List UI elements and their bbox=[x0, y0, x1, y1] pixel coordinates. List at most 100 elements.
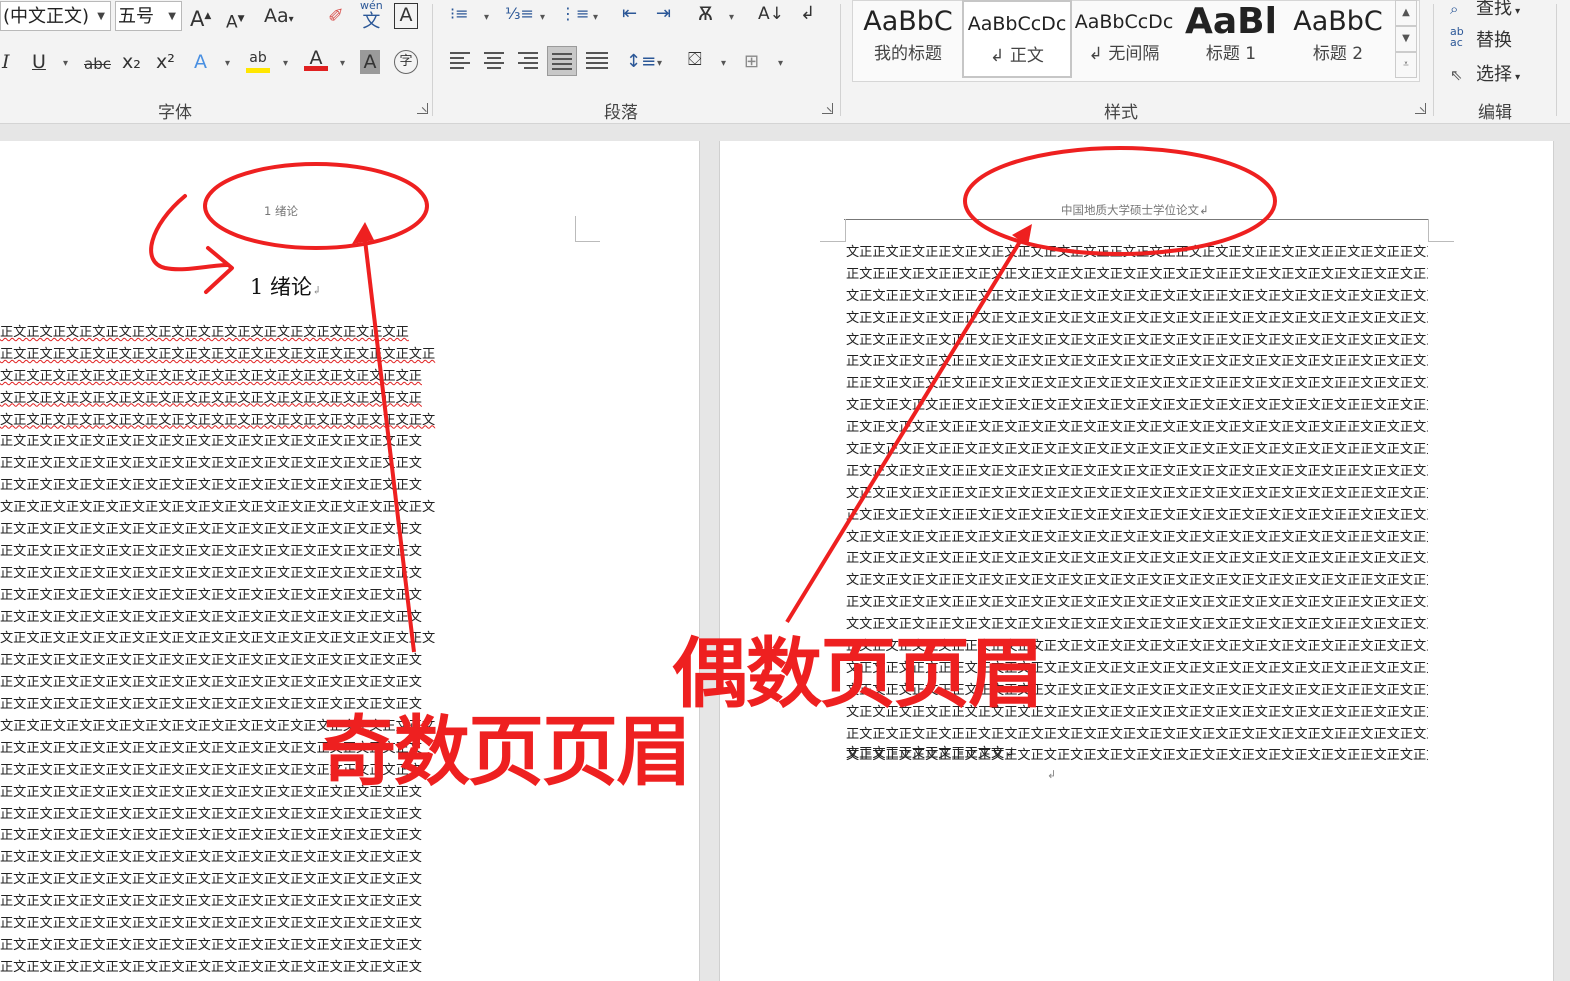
justify-button[interactable] bbox=[547, 46, 577, 76]
borders-button[interactable]: ⊞ bbox=[744, 50, 759, 74]
style-no-spacing[interactable]: AaBbCcDc ↲ 无间隔 bbox=[1071, 0, 1177, 76]
align-left-button[interactable] bbox=[450, 50, 472, 72]
even-page-last-line[interactable]: 文正文正正文正文正正文文↲ bbox=[846, 743, 1428, 767]
body-text-line: 正文正文正文正文正文正文正文正文正文正文正文正文正文正文正文正文正 bbox=[0, 346, 436, 362]
chevron-down-icon[interactable]: ▾ bbox=[225, 58, 230, 69]
phonetic-guide-button[interactable]: wén 文 bbox=[360, 0, 383, 32]
body-text-line: 正文正文正文正文正文正文正文正文正文正文正文正文正文正文正文正文 bbox=[0, 543, 422, 559]
body-text-line: 正文正文正文正文正文正文正文正文正文正文正文正文正文正文正文正文 bbox=[0, 587, 422, 603]
gallery-scroll-up-icon[interactable]: ▲ bbox=[1395, 0, 1417, 26]
ribbon: (中文正文) ▼ 五号 ▼ A▲ A▼ Aa▾ ✐ wén 文 A I U ▾ … bbox=[0, 0, 1570, 124]
font-color-button[interactable]: A bbox=[304, 46, 328, 71]
line-spacing-icon: ↕≡ bbox=[626, 51, 657, 72]
body-text-line: 文正文正正文正文正正文正文正文正文正文正文正文正文正文正正文正文正文正文正文正文… bbox=[846, 332, 1428, 348]
line-spacing-button[interactable]: ↕≡ bbox=[626, 50, 656, 74]
font-dialog-launcher-icon[interactable] bbox=[417, 103, 428, 114]
show-formatting-marks-button[interactable]: ↲ bbox=[800, 2, 815, 26]
paragraph-dialog-launcher-icon[interactable] bbox=[822, 103, 833, 114]
even-page[interactable]: 中国地质大学硕士学位论文↲ 文正正文正文正正文正文正文正文正文正文正正文正文正正… bbox=[719, 141, 1554, 981]
chevron-down-icon[interactable]: ▾ bbox=[340, 58, 345, 69]
chevron-down-icon[interactable]: ▾ bbox=[729, 12, 734, 23]
style-normal[interactable]: AaBbCcDc ↲ 正文 bbox=[962, 0, 1072, 78]
align-right-button[interactable] bbox=[518, 50, 540, 72]
distributed-button[interactable] bbox=[586, 50, 608, 72]
align-center-button[interactable] bbox=[484, 50, 506, 72]
paragraph-mark-icon: ↲ bbox=[800, 3, 816, 24]
character-border-button[interactable]: A bbox=[394, 3, 418, 29]
even-page-header[interactable]: 中国地质大学硕士学位论文↲ bbox=[1061, 202, 1209, 218]
style-name: 我的标题 bbox=[874, 44, 942, 64]
highlight-icon: ab bbox=[249, 50, 267, 66]
chevron-down-icon[interactable]: ▾ bbox=[63, 58, 68, 69]
body-text-line: 正文正文正文正文正文正文正文正文正文正文正文正文正文正文正文正文 bbox=[0, 522, 422, 538]
numbered-list-icon: ⅓≡ bbox=[505, 4, 534, 23]
bullet-list-icon: ⁝≡ bbox=[450, 4, 469, 23]
chinese-layout-icon: Ѫ bbox=[698, 3, 713, 25]
multilevel-list-icon: ⋮≡ bbox=[560, 4, 590, 23]
grow-font-button[interactable]: A▲ bbox=[190, 4, 211, 31]
chevron-down-icon[interactable]: ▾ bbox=[657, 58, 662, 69]
chevron-down-icon[interactable]: ▾ bbox=[778, 58, 783, 69]
body-text-line: 文正文正文正文正正文正文正文正文正文正文正文正文正文正文正文正文正文正文正文正正… bbox=[846, 573, 1428, 589]
body-text-line: 文正文正文正文正正文正文正文正文正文正文正文正文正文正文正文正文正文正文正文正正… bbox=[846, 398, 1428, 414]
enclose-characters-button[interactable]: 字 bbox=[394, 50, 418, 74]
clear-format-button[interactable]: ✐ bbox=[328, 4, 344, 28]
search-icon: ⌕ bbox=[1450, 0, 1459, 18]
gallery-more-icon[interactable]: ⩡ bbox=[1395, 52, 1417, 78]
body-text-line: 文正文正文正文正文正文正文正文正文正文正文正文正文正文正文正文正文 bbox=[0, 412, 436, 428]
text-effects-icon: A bbox=[194, 51, 207, 73]
odd-page[interactable]: 1 绪论 1 绪论↲ 正文正文正文正文正文正文正文正文正文正文正文正文正文正文正… bbox=[0, 141, 700, 981]
change-case-button[interactable]: Aa▾ bbox=[264, 4, 294, 32]
odd-page-body[interactable]: 正文正文正文正文正文正文正文正文正文正文正文正文正文正文正文正 正文正文正文正文正… bbox=[0, 322, 576, 981]
body-text-line: 正文正文正文正文正文正文正文正文正文正文正文正文正文正文正文正文 bbox=[0, 565, 422, 581]
sort-button[interactable]: A↓ bbox=[758, 2, 784, 26]
select-button[interactable]: ⇖ 选择 ▾ bbox=[1450, 60, 1520, 86]
highlight-button[interactable]: ab bbox=[246, 46, 270, 73]
font-name-combo[interactable]: (中文正文) ▼ bbox=[0, 1, 111, 31]
find-label: 查找 bbox=[1476, 0, 1512, 19]
style-my-heading[interactable]: AaBbC 我的标题 bbox=[855, 0, 961, 76]
increase-indent-button[interactable]: ⇥ bbox=[656, 2, 671, 26]
numbering-button[interactable]: ⅓≡ bbox=[505, 2, 534, 26]
multilevel-list-button[interactable]: ⋮≡ bbox=[560, 2, 589, 26]
shading-button[interactable]: ⛋ bbox=[688, 48, 702, 72]
chevron-down-icon[interactable]: ▼ bbox=[97, 2, 105, 32]
chevron-down-icon[interactable]: ▾ bbox=[283, 58, 288, 69]
chevron-down-icon[interactable]: ▾ bbox=[540, 12, 545, 23]
body-text-line: 正文正文正文正文正正文正文正文正文正文正文正文正文正文正文正文正文正文正文正正文… bbox=[846, 354, 1428, 370]
style-name: ↲ 无间隔 bbox=[1088, 44, 1160, 64]
chevron-down-icon[interactable]: ▾ bbox=[484, 12, 489, 23]
body-text-line: 正文正正文正文正正文正文正文正文正文正文正文正文正文正文正正文正文正文正文正文正… bbox=[846, 266, 1428, 282]
gallery-scroll-down-icon[interactable]: ▼ bbox=[1395, 26, 1417, 52]
chevron-down-icon[interactable]: ▾ bbox=[593, 12, 598, 23]
odd-page-header[interactable]: 1 绪论 bbox=[264, 203, 298, 219]
chinese-layout-button[interactable]: Ѫ bbox=[698, 2, 713, 26]
shrink-font-button[interactable]: A▼ bbox=[226, 7, 245, 35]
superscript-button[interactable]: x² bbox=[156, 50, 175, 74]
style-heading-2[interactable]: AaBbC 标题 2 bbox=[1285, 0, 1391, 76]
paragraph-mark: ↲ bbox=[1047, 768, 1057, 781]
strikethrough-button[interactable]: abc bbox=[84, 52, 111, 76]
styles-dialog-launcher-icon[interactable] bbox=[1415, 103, 1426, 114]
italic-button[interactable]: I bbox=[2, 50, 10, 74]
style-heading-1[interactable]: AaBl 标题 1 bbox=[1178, 0, 1284, 76]
select-label: 选择 bbox=[1476, 64, 1512, 85]
borders-icon: ⊞ bbox=[744, 51, 760, 72]
style-name: ↲ 正文 bbox=[990, 46, 1044, 66]
replace-button[interactable]: ab ac 替换 bbox=[1450, 26, 1512, 52]
group-divider bbox=[1433, 4, 1434, 116]
find-button[interactable]: ⌕ 查找 ▾ bbox=[1450, 0, 1520, 20]
text-effects-button[interactable]: A bbox=[194, 50, 207, 74]
font-size-combo[interactable]: 五号 ▼ bbox=[115, 1, 182, 31]
character-shading-button[interactable]: A bbox=[360, 50, 380, 74]
subscript-button[interactable]: x₂ bbox=[122, 50, 141, 74]
bullets-button[interactable]: ⁝≡ bbox=[450, 2, 469, 26]
chevron-down-icon[interactable]: ▼ bbox=[168, 2, 176, 32]
decrease-indent-button[interactable]: ⇤ bbox=[622, 2, 637, 26]
chevron-down-icon[interactable]: ▾ bbox=[721, 58, 726, 69]
body-text-line: 正文正文正文正文正文正文正文正文正文正文正文正文正文正文正文正文 bbox=[0, 478, 422, 494]
replace-label: 替换 bbox=[1476, 30, 1512, 51]
chapter-heading[interactable]: 1 绪论↲ bbox=[250, 271, 321, 301]
margin-corner-mark bbox=[820, 219, 846, 242]
underline-button[interactable]: U bbox=[32, 50, 46, 74]
